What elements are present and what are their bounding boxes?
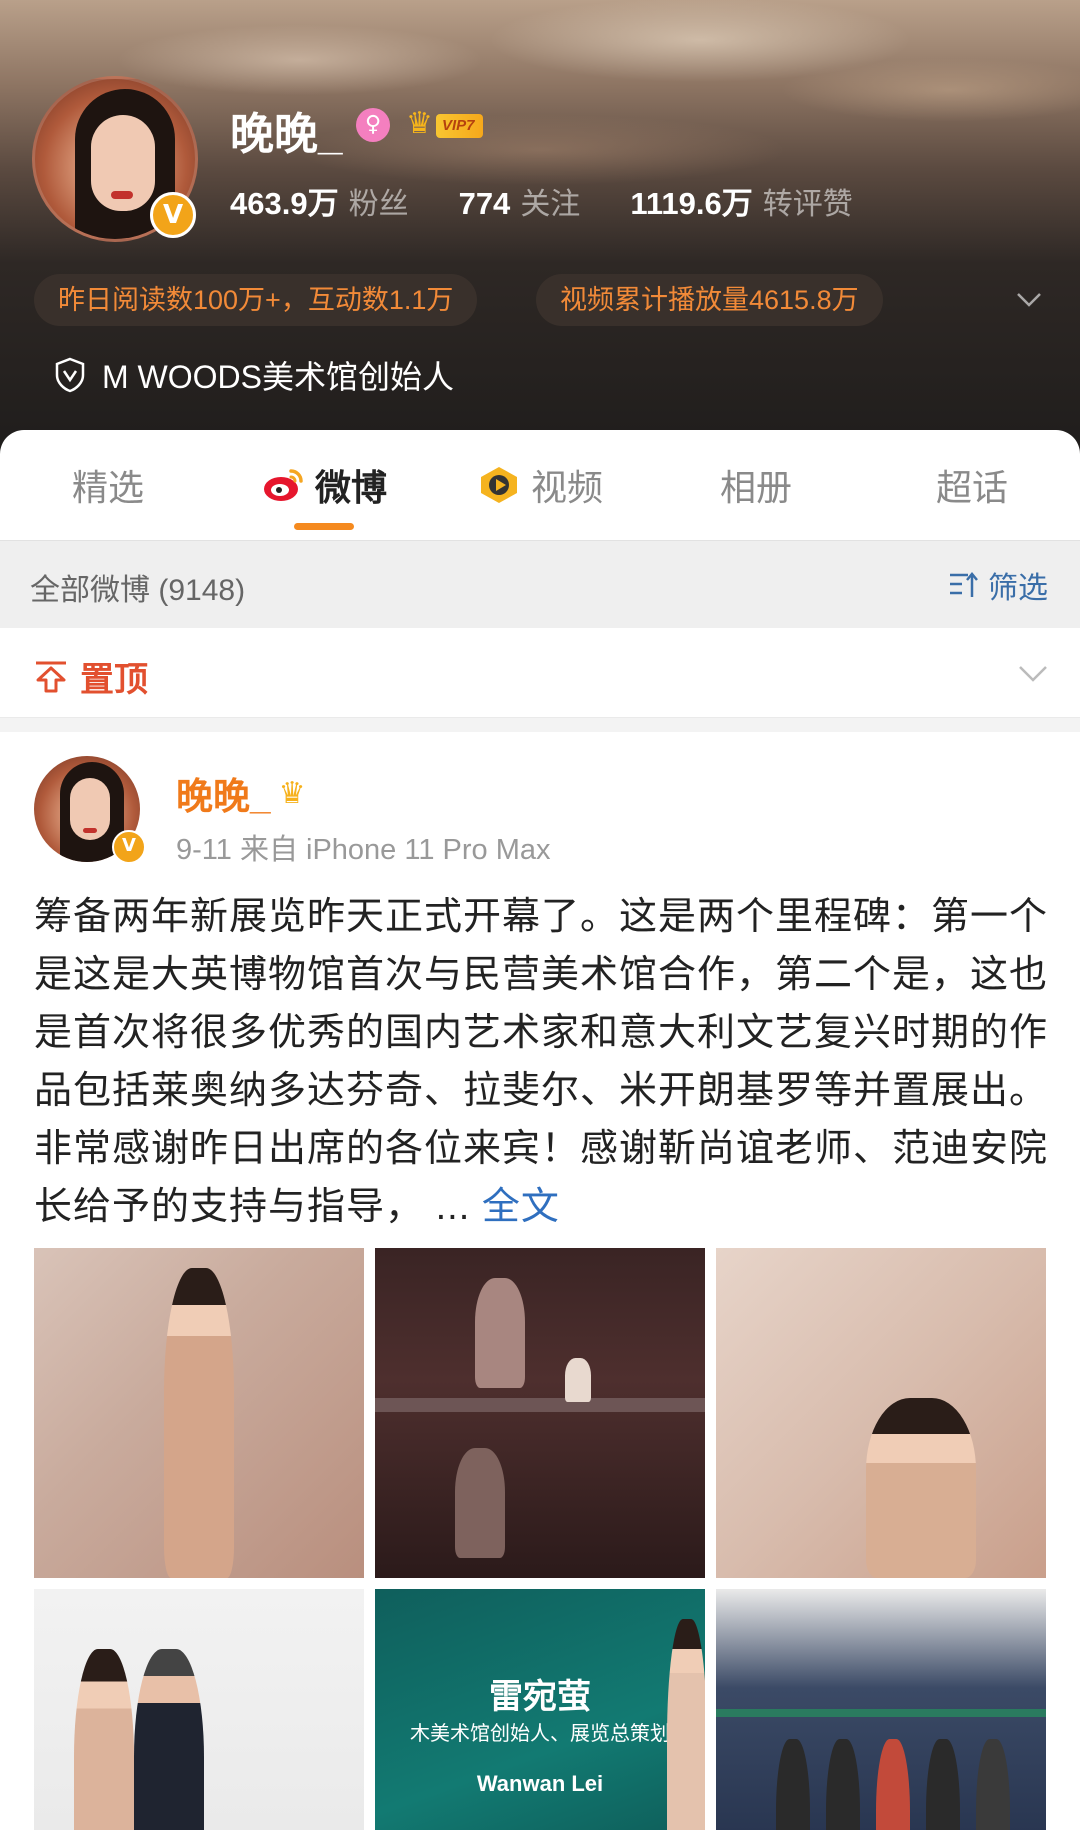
chevron-down-icon[interactable] [1016, 656, 1050, 690]
tab-featured[interactable]: 精选 [0, 430, 216, 540]
post-photo[interactable] [716, 1248, 1046, 1578]
post-author[interactable]: 晚晚_ ♛ [176, 766, 305, 820]
shield-v-icon [55, 357, 85, 393]
photo-grid: 雷宛萤 木美术馆创始人、展览总策划 Wanwan Lei [34, 1248, 1046, 1830]
vip-badge[interactable]: VIP7 [436, 114, 483, 138]
verification-line: M WOODS美术馆创始人 [54, 352, 454, 398]
pinned-label: 置顶 [80, 661, 148, 699]
tab-weibo[interactable]: 微博 [216, 430, 432, 540]
verified-v-icon: V [112, 830, 146, 864]
pinned-row[interactable]: 置顶 [0, 628, 1080, 718]
post-photo[interactable] [34, 1248, 364, 1578]
post-photo[interactable]: 雷宛萤 木美术馆创始人、展览总策划 Wanwan Lei [375, 1589, 705, 1830]
section-divider [0, 718, 1080, 732]
post-photo[interactable] [716, 1589, 1046, 1830]
video-icon [480, 467, 517, 503]
read-more-link[interactable]: 全文 [482, 1186, 560, 1228]
crown-icon: ♛ [278, 775, 306, 811]
filter-button[interactable]: 筛选 [948, 563, 1048, 607]
stat-following[interactable]: 774 关注 [459, 179, 581, 223]
filter-bar: 全部微博 (9148) 筛选 [0, 540, 1080, 628]
post-photo[interactable] [34, 1589, 364, 1830]
post-text[interactable]: 筹备两年新展览昨天正式开幕了。这是两个里程碑：第一个是这是大英博物馆首次与民营美… [34, 888, 1050, 1236]
chevron-down-icon[interactable] [1014, 284, 1044, 314]
video-plays-pill[interactable]: 视频累计播放量4615.8万 [536, 274, 883, 326]
tab-video[interactable]: 视频 [432, 430, 648, 540]
pin-top-icon [36, 661, 66, 692]
post-photo[interactable] [375, 1248, 705, 1578]
tab-album[interactable]: 相册 [648, 430, 864, 540]
profile-stats: 463.9万 粉丝 774 关注 1119.6万 转评赞 [230, 178, 853, 223]
filter-icon [950, 572, 978, 597]
profile-username: 晚晚_ [230, 110, 343, 159]
post-meta: 9-11 来自 iPhone 11 Pro Max [176, 834, 551, 866]
stat-followers[interactable]: 463.9万 粉丝 [230, 178, 409, 223]
female-icon: ♀ [356, 108, 390, 142]
profile-header: V 晚晚_ ♀ ♛ VIP7 463.9万 粉丝 774 关注 1119.6万 转评赞… [0, 0, 1080, 470]
tab-supertopic[interactable]: 超话 [864, 430, 1080, 540]
profile-tabs: 精选 微博 视频 相册 超话 [0, 430, 1080, 540]
verified-v-icon: V [150, 192, 196, 238]
reads-pill[interactable]: 昨日阅读数100万+，互动数1.1万 [34, 274, 478, 326]
stat-likes[interactable]: 1119.6万 转评赞 [630, 178, 852, 223]
weibo-logo-icon [263, 469, 303, 501]
verification-text: M WOODS美术馆创始人 [102, 359, 454, 395]
all-posts-count[interactable]: 全部微博 (9148) [30, 565, 245, 609]
